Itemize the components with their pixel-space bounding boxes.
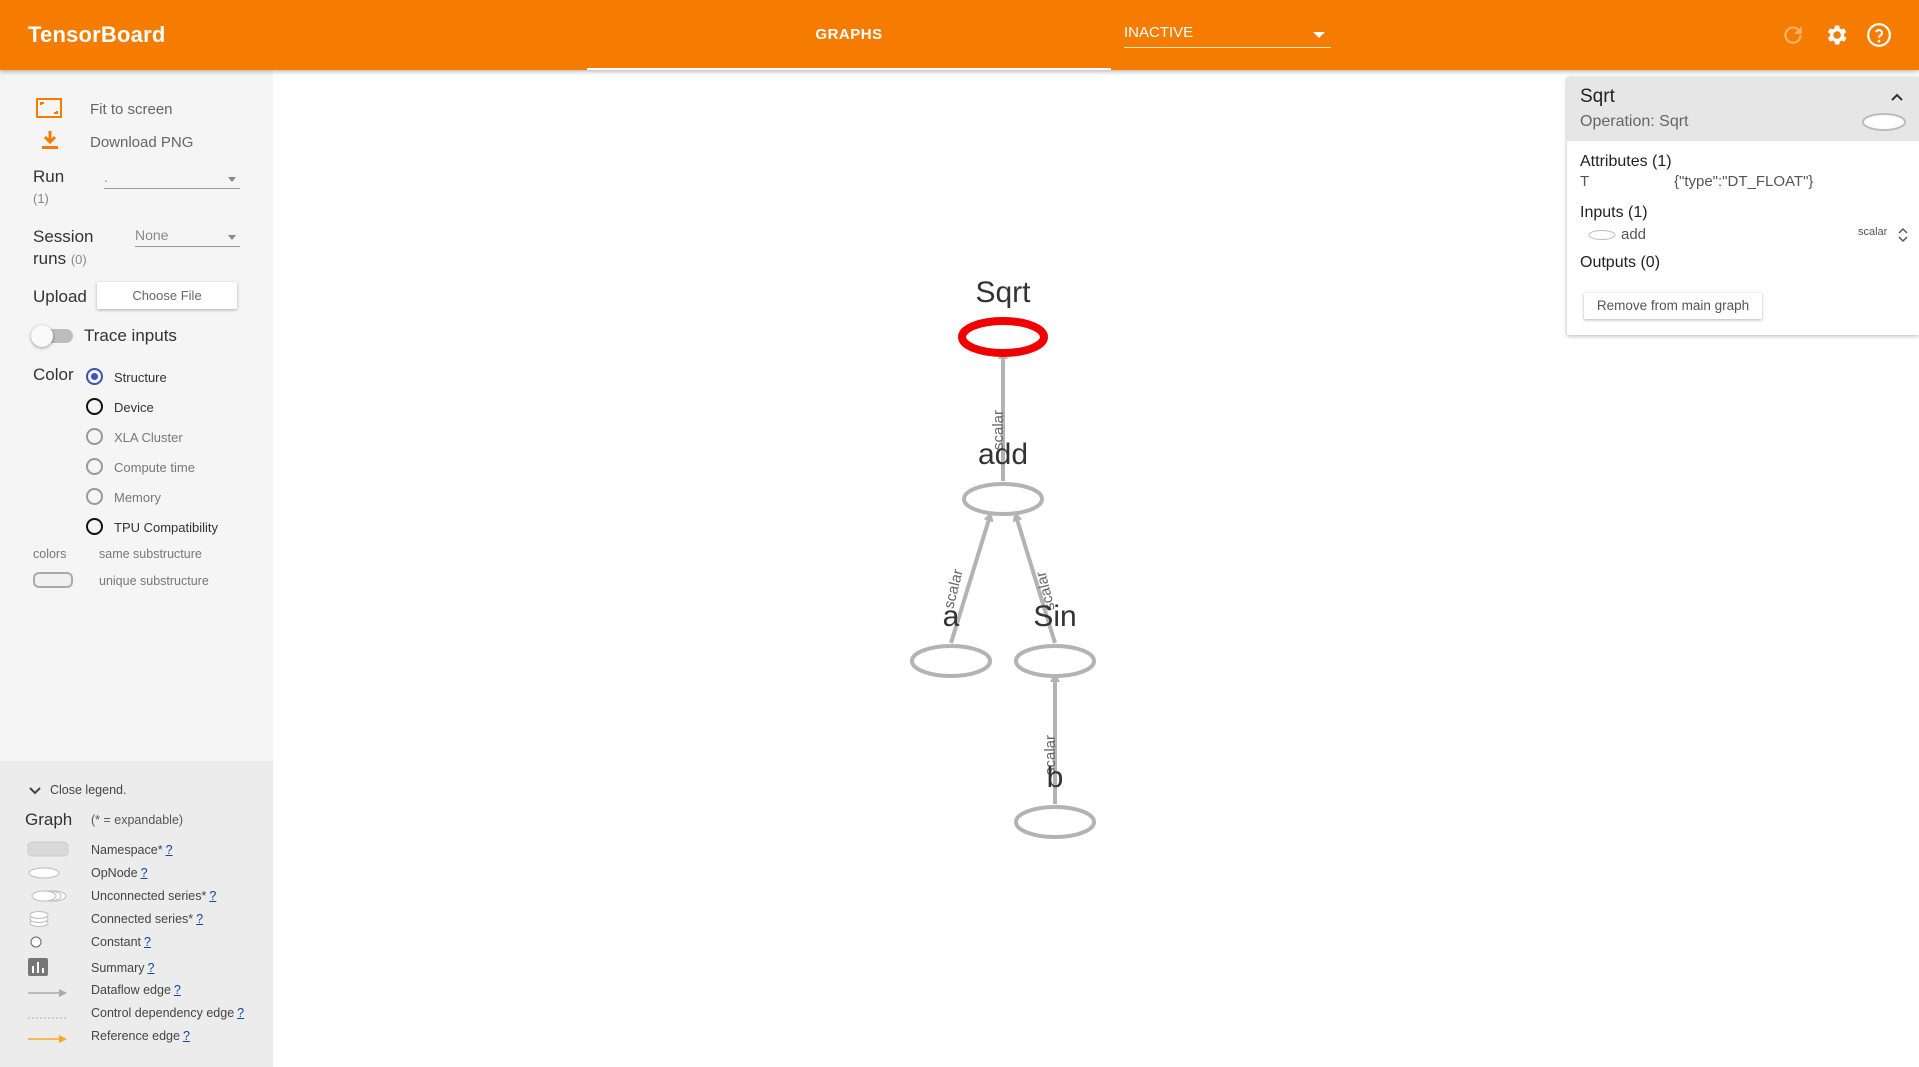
node-label-add[interactable]: add <box>978 438 1028 472</box>
settings-gear-icon[interactable] <box>1823 22 1849 48</box>
attr-value: {"type":"DT_FLOAT"} <box>1674 173 1814 190</box>
attributes-header: Attributes (1) <box>1580 153 1672 170</box>
input-name[interactable]: add <box>1621 226 1646 243</box>
input-shape: scalar <box>1858 226 1888 238</box>
attr-key: T <box>1580 173 1590 190</box>
node-sin[interactable] <box>1014 644 1096 678</box>
app-title: TensorBoard <box>28 22 166 47</box>
reload-icon[interactable] <box>1780 22 1806 48</box>
node-shape-icon <box>1861 112 1907 137</box>
plugin-status-select[interactable]: INACTIVE <box>1124 24 1331 48</box>
node-label-b[interactable]: b <box>1047 761 1064 795</box>
expand-arrows-icon[interactable] <box>1898 226 1908 249</box>
dropdown-arrow-icon <box>1313 32 1325 38</box>
node-info-header: Sqrt Operation: Sqrt <box>1567 77 1919 141</box>
plugin-status-value: INACTIVE <box>1124 24 1194 41</box>
tab-active-indicator <box>587 68 1111 70</box>
inputs-header: Inputs (1) <box>1580 204 1648 221</box>
chevron-up-icon[interactable] <box>1890 89 1904 107</box>
node-add[interactable] <box>962 482 1044 516</box>
node-a[interactable] <box>910 644 992 678</box>
input-node-icon <box>1587 228 1617 246</box>
node-label-sqrt[interactable]: Sqrt <box>975 276 1030 310</box>
node-info-operation: Operation: Sqrt <box>1580 113 1689 130</box>
node-info-card: Sqrt Operation: Sqrt Attributes (1) T {"… <box>1567 77 1919 335</box>
node-sqrt[interactable] <box>958 317 1048 357</box>
help-icon[interactable] <box>1866 22 1892 48</box>
tab-graphs[interactable]: GRAPHS <box>587 0 1111 70</box>
node-b[interactable] <box>1014 805 1096 839</box>
node-info-title: Sqrt <box>1580 86 1615 107</box>
remove-from-main-graph-button[interactable]: Remove from main graph <box>1584 293 1762 319</box>
node-label-sin[interactable]: Sin <box>1033 600 1076 634</box>
top-app-bar: TensorBoard GRAPHS INACTIVE <box>0 0 1919 70</box>
outputs-header: Outputs (0) <box>1580 254 1661 271</box>
node-label-a[interactable]: a <box>943 600 960 634</box>
tab-graphs-label: GRAPHS <box>815 26 883 43</box>
